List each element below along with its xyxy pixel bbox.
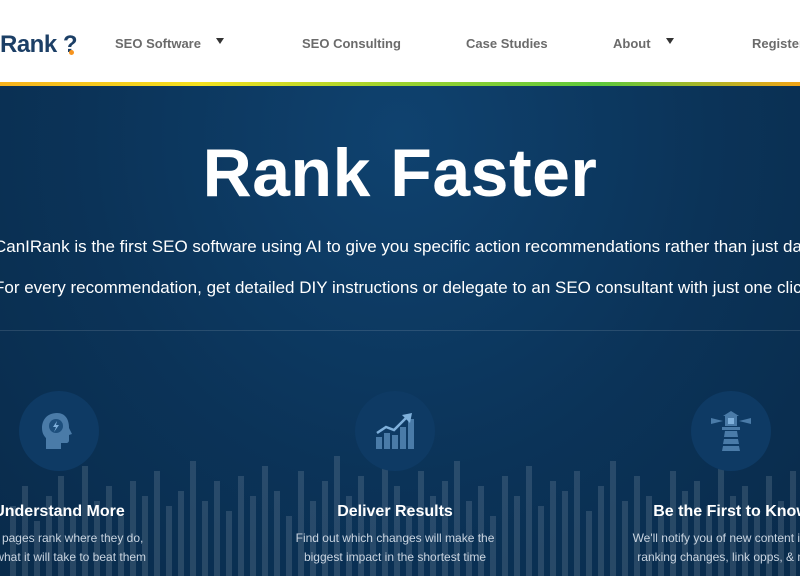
feature-description: Find out which changes will make the [295,531,495,545]
chevron-down-icon[interactable] [666,38,674,44]
logo[interactable]: Rank ? [0,31,78,59]
lighthouse-icon [691,391,771,471]
nav-seo-software[interactable]: SEO Software [115,36,201,51]
site-header: Rank ? SEO Software SEO Consulting Case … [0,0,800,82]
nav-register[interactable]: Register [752,36,800,51]
nav-case-studies[interactable]: Case Studies [466,36,548,51]
section-divider [0,330,800,331]
feature-title: Be the First to Know [653,503,800,520]
logo-dot [68,50,74,55]
feature-be-first-to-know: Be the First to Know We'll notify you of… [601,391,800,571]
feature-description: biggest impact in the shortest time [303,550,487,564]
hero-description-1: CanIRank is the first SEO software using… [0,237,800,256]
hero-section: Rank Faster CanIRank is the first SEO so… [0,86,800,576]
feature-description: We'll notify you of new content ideas, [632,531,800,545]
logo-text: Rank [0,31,57,58]
nav-seo-consulting[interactable]: SEO Consulting [302,36,401,51]
feature-title: Deliver Results [337,503,453,520]
nav-about[interactable]: About [613,36,651,51]
feature-title: Understand More [0,503,125,520]
feature-description: ranking changes, link opps, & more [637,550,800,564]
feature-deliver-results: Deliver Results Find out which changes w… [265,391,525,571]
feature-understand-more: Understand More Why pages rank where the… [0,391,189,571]
hero-title: Rank Faster [202,135,598,211]
chevron-down-icon[interactable] [216,38,224,44]
feature-description: Why pages rank where they do, [0,531,144,545]
hero-description-2: For every recommendation, get detailed D… [0,278,800,297]
feature-description: and what it will take to beat them [0,550,147,564]
brain-head-icon [19,391,99,471]
logo-question-mark: ? [62,31,78,58]
growth-chart-icon [355,391,435,471]
